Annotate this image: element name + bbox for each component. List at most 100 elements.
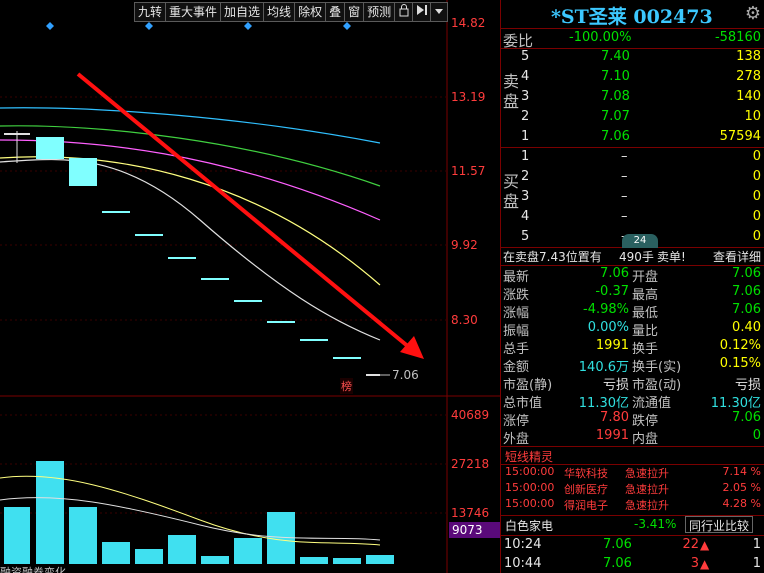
order-volume: 0 bbox=[752, 189, 761, 204]
ranking-badge[interactable]: 榜 bbox=[340, 378, 353, 394]
order-price: 7.10 bbox=[601, 69, 630, 84]
dropdown-chevron-icon[interactable] bbox=[430, 2, 449, 22]
shortline-stock: 华软科技 bbox=[564, 467, 608, 480]
stock-title: *ST圣莱 002473 bbox=[551, 6, 713, 28]
quote-label: 涨幅 bbox=[503, 306, 530, 321]
sell-order-row[interactable]: 5 7.40 138 bbox=[501, 48, 764, 68]
quote-row: 市盈(静) 亏损 市盈(动) 亏损 bbox=[501, 374, 764, 393]
buy-order-row[interactable]: 3 – 0 bbox=[501, 188, 764, 208]
shortline-item[interactable]: 15:00:00 得润电子 急速拉升 4.28 % bbox=[501, 497, 764, 513]
ex-rights-button[interactable]: 除权 bbox=[294, 2, 326, 22]
industry-name[interactable]: 白色家电 bbox=[505, 517, 553, 534]
sell-order-row[interactable]: 2 7.07 10 bbox=[501, 108, 764, 128]
moving-average-button[interactable]: 均线 bbox=[263, 2, 295, 22]
quote-label: 流通值 bbox=[632, 396, 672, 411]
shortline-event: 急速拉升 bbox=[625, 467, 669, 480]
quote-value: 0.00% bbox=[587, 320, 629, 335]
shortline-pct: 7.14 % bbox=[722, 465, 761, 478]
lock-icon[interactable] bbox=[394, 2, 413, 22]
order-level: 5 bbox=[521, 229, 530, 244]
candle bbox=[69, 158, 97, 186]
event-marker-icon[interactable] bbox=[244, 22, 252, 30]
shortline-header[interactable]: 短线精灵 bbox=[501, 447, 764, 465]
price-axis-tick: 9.92 bbox=[451, 238, 478, 252]
quote-label: 跌停 bbox=[632, 414, 659, 429]
industry-compare-button[interactable]: 同行业比较 bbox=[685, 516, 754, 533]
quote-label: 换手(实) bbox=[632, 360, 682, 375]
forecast-button[interactable]: 预测 bbox=[363, 2, 395, 22]
volume-axis-tick: 13746 bbox=[451, 506, 490, 520]
shortline-pct: 2.05 % bbox=[722, 481, 761, 494]
order-volume: 0 bbox=[752, 229, 761, 244]
tick-time: 10:24 bbox=[504, 537, 542, 552]
quote-label: 总手 bbox=[503, 342, 530, 357]
gear-icon[interactable]: ⚙ bbox=[745, 3, 761, 24]
margin-trading-tab[interactable]: 融资融券变化 bbox=[0, 564, 66, 573]
quote-value: -0.37 bbox=[595, 284, 629, 299]
ma-line-yellow bbox=[0, 156, 381, 286]
shortline-item[interactable]: 15:00:00 华软科技 急速拉升 7.14 % bbox=[501, 465, 764, 481]
quote-label: 涨跌 bbox=[503, 288, 530, 303]
big-order-note[interactable]: 24 在卖盘7.43位置有 490手 卖单! 查看详细 bbox=[501, 234, 764, 265]
price-axis-tick: 11.57 bbox=[451, 164, 486, 178]
buy-order-row[interactable]: 1 – 0 bbox=[501, 148, 764, 168]
quote-label: 市盈(动) bbox=[632, 378, 682, 393]
kline-chart-pane[interactable]: 九转 重大事件 加自选 均线 除权 叠 窗 预测 14.82 13.19 11.… bbox=[0, 0, 500, 573]
add-watchlist-button[interactable]: 加自选 bbox=[220, 2, 264, 22]
quote-row: 最新 7.06 开盘 7.06 bbox=[501, 266, 764, 285]
forward-step-icon[interactable] bbox=[412, 2, 431, 22]
quote-label: 总市值 bbox=[503, 396, 543, 411]
view-detail-link[interactable]: 查看详细 bbox=[713, 248, 761, 265]
big-order-tab[interactable]: 24 bbox=[622, 234, 658, 248]
jiuzhuan-button[interactable]: 九转 bbox=[134, 2, 166, 22]
quote-row: 外盘 1991 内盘 0 bbox=[501, 428, 764, 447]
order-price: 7.07 bbox=[601, 109, 630, 124]
buy-order-row[interactable]: 2 – 0 bbox=[501, 168, 764, 188]
sell-order-row[interactable]: 4 7.10 278 bbox=[501, 68, 764, 88]
sell-order-row[interactable]: 3 7.08 140 bbox=[501, 88, 764, 108]
price-axis-tick: 8.30 bbox=[451, 313, 478, 327]
tick-price: 7.06 bbox=[603, 537, 632, 552]
quote-value: -4.98% bbox=[583, 302, 629, 317]
order-level: 3 bbox=[521, 89, 530, 104]
kline-chart[interactable] bbox=[0, 0, 500, 573]
order-level: 2 bbox=[521, 169, 530, 184]
overlay-button[interactable]: 叠 bbox=[325, 2, 345, 22]
shortline-item[interactable]: 15:00:00 创新医疗 急速拉升 2.05 % bbox=[501, 481, 764, 497]
quote-value: 7.06 bbox=[600, 266, 629, 281]
tick-time: 10:44 bbox=[504, 556, 542, 571]
order-price: – bbox=[621, 209, 628, 224]
quote-value: 0.12% bbox=[719, 338, 761, 353]
candle bbox=[366, 374, 380, 376]
weibi-value: -58160 bbox=[714, 30, 761, 45]
price-axis-tick: 14.82 bbox=[451, 16, 486, 30]
candles bbox=[4, 131, 390, 376]
window-button[interactable]: 窗 bbox=[344, 2, 364, 22]
candle bbox=[267, 321, 295, 323]
quote-label: 外盘 bbox=[503, 432, 530, 447]
buy-order-row[interactable]: 4 – 0 bbox=[501, 208, 764, 228]
sell-order-row[interactable]: 1 7.06 57594 bbox=[501, 128, 764, 148]
quote-label: 内盘 bbox=[632, 432, 659, 447]
candle bbox=[135, 234, 163, 236]
major-events-button[interactable]: 重大事件 bbox=[165, 2, 221, 22]
order-volume: 0 bbox=[752, 209, 761, 224]
shortline-event: 急速拉升 bbox=[625, 483, 669, 496]
candle bbox=[102, 211, 130, 213]
quote-row: 振幅 0.00% 量比 0.40 bbox=[501, 320, 764, 339]
event-marker-icon[interactable] bbox=[46, 22, 54, 30]
order-volume: 0 bbox=[752, 169, 761, 184]
volume-bar bbox=[234, 538, 262, 564]
event-marker-icon[interactable] bbox=[343, 22, 351, 30]
candle bbox=[333, 357, 361, 359]
order-price: – bbox=[621, 169, 628, 184]
trend-arrow-head-icon bbox=[400, 336, 424, 359]
volume-bar bbox=[333, 558, 361, 564]
quote-label: 市盈(静) bbox=[503, 378, 553, 393]
event-marker-icon[interactable] bbox=[145, 22, 153, 30]
order-price: 7.40 bbox=[601, 49, 630, 64]
quote-value: 7.80 bbox=[600, 410, 629, 425]
quote-label: 最低 bbox=[632, 306, 659, 321]
volume-axis-tick: 27218 bbox=[451, 457, 490, 471]
volume-bar bbox=[4, 507, 30, 564]
